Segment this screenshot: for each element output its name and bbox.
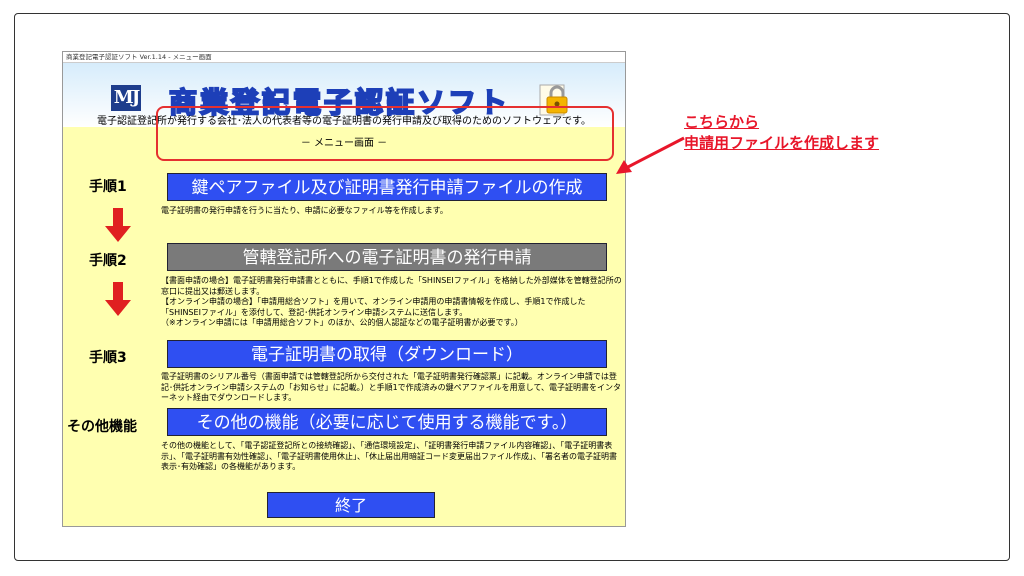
step-down-arrow-icon (105, 282, 131, 316)
step2-label: 手順2 (89, 253, 127, 269)
window-title: 商業登記電子認証ソフト Ver.1.14 - メニュー画面 (63, 52, 625, 63)
create-keypair-button[interactable]: 鍵ペアファイル及び証明書発行申請ファイルの作成 (167, 173, 607, 201)
download-certificate-button[interactable]: 電子証明書の取得（ダウンロード） (167, 340, 607, 368)
step1-description: 電子証明書の発行申請を行うに当たり、申請に必要なファイル等を作成します。 (161, 206, 448, 215)
apply-certificate-button[interactable]: 管轄登記所への電子証明書の発行申請 (167, 243, 607, 271)
step3-label: 手順3 (89, 350, 127, 366)
callout-line2: 申請用ファイルを作成します (684, 134, 880, 152)
callout-note: こちらから 申請用ファイルを作成します (684, 112, 879, 154)
other-functions-description: その他の機能として、「電子認証登記所との接続確認」、「通信環境設定」、「証明書発… (161, 441, 617, 471)
step-down-arrow-icon (105, 208, 131, 242)
callout-arrow-icon (616, 136, 685, 174)
other-functions-button[interactable]: その他の機能（必要に応じて使用する機能です。） (167, 408, 607, 436)
step2-description: 【書面申請の場合】電子証明書発行申請書とともに、手順1で作成した「SHINSEI… (161, 276, 622, 327)
other-functions-label: その他機能 (67, 419, 137, 435)
exit-button[interactable]: 終了 (267, 492, 435, 518)
callout-highlight (156, 106, 614, 161)
step3-description: 電子証明書のシリアル番号（書面申請では管轄登記所から交付された「電子証明書発行確… (161, 372, 622, 402)
logo-mj: MJ (111, 85, 141, 111)
callout-line1: こちらから (684, 113, 760, 131)
step1-label: 手順1 (89, 179, 127, 195)
